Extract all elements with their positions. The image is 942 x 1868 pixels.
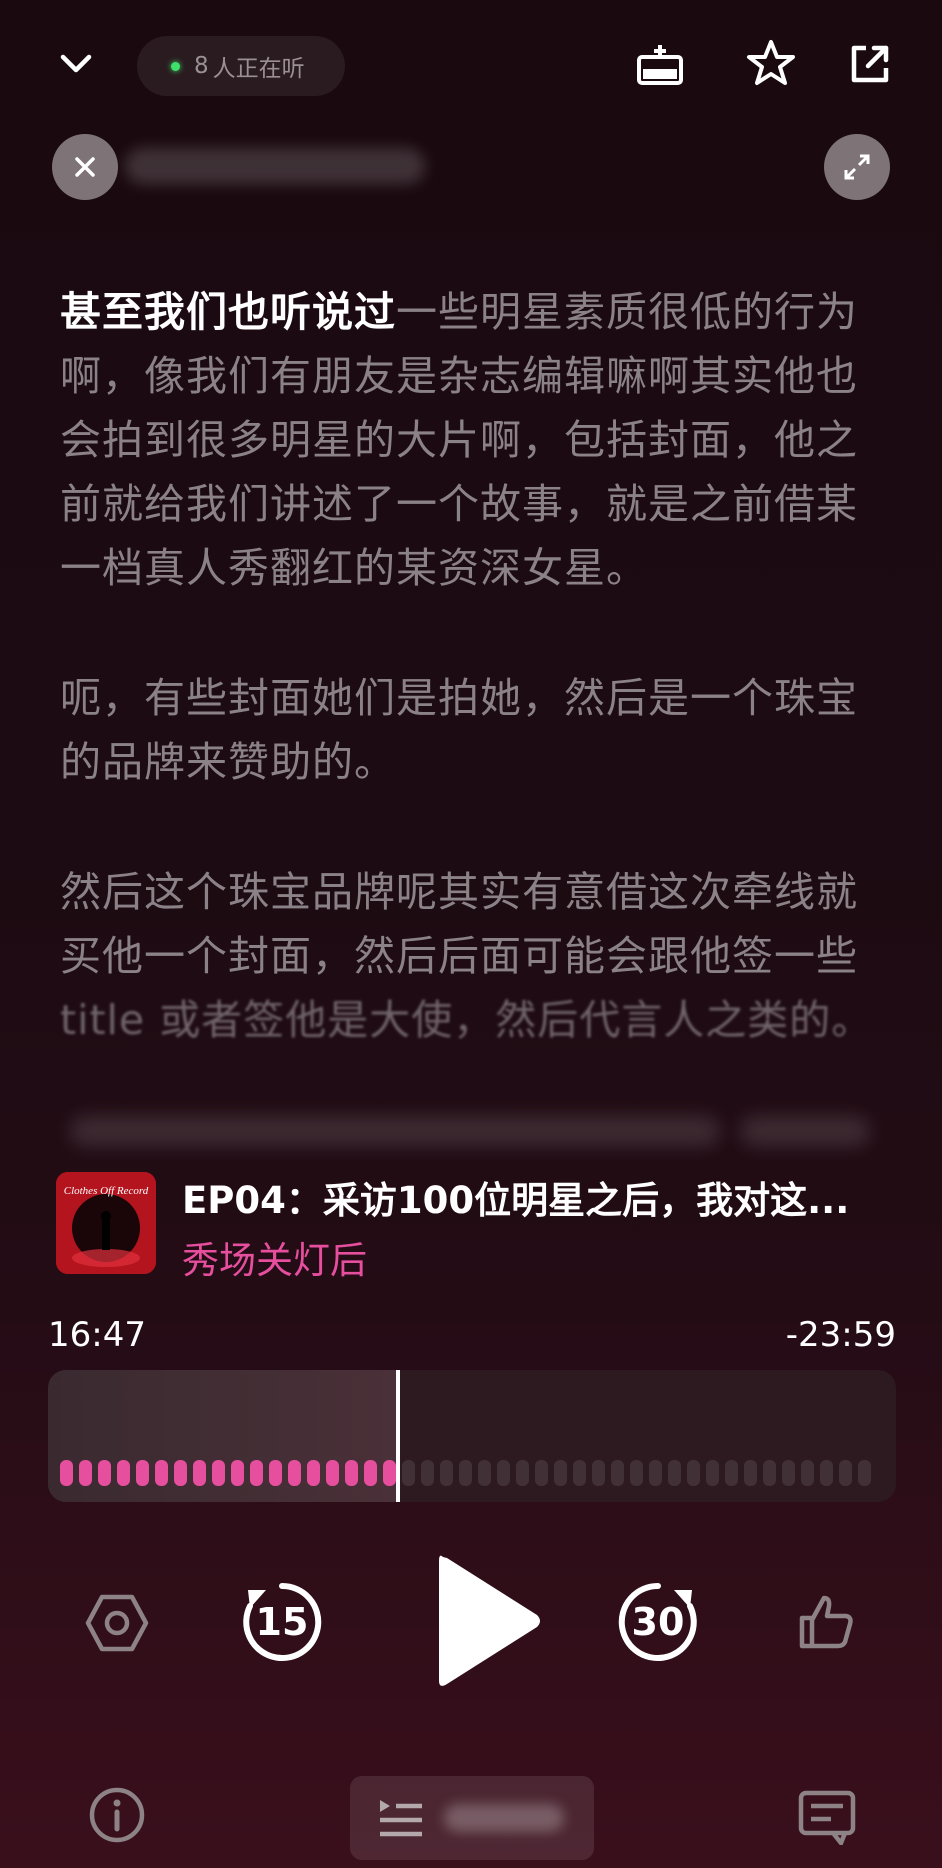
- waveform-bar: [725, 1460, 738, 1486]
- skip-forward-seconds: 30: [631, 1600, 685, 1644]
- waveform-bar: [592, 1460, 605, 1486]
- expand-button[interactable]: [824, 134, 890, 200]
- blurred-transcript-line: [70, 1116, 720, 1146]
- waveform-bar: [649, 1460, 662, 1486]
- waveform-bar: [744, 1460, 757, 1486]
- waveform-bar: [326, 1460, 339, 1486]
- waveform-bar: [383, 1460, 396, 1486]
- skip-back-15-button[interactable]: 15: [238, 1578, 326, 1666]
- waveform-bar: [117, 1460, 130, 1486]
- waveform-bar: [269, 1460, 282, 1486]
- current-line: 甚至我们也听说过: [60, 288, 396, 336]
- waveform-bar: [60, 1460, 73, 1486]
- bottom-bar: [0, 1760, 942, 1868]
- waveform-bar: [801, 1460, 814, 1486]
- expand-icon: [844, 154, 870, 180]
- transcript-text-faded: title 或者签他是大使，然后代言人之类的。: [60, 996, 874, 1044]
- waveform-bar: [231, 1460, 244, 1486]
- waveform-scrubber[interactable]: [48, 1370, 896, 1502]
- waveform-bar: [250, 1460, 263, 1486]
- remaining-time: -23:59: [785, 1315, 896, 1355]
- skip-back-seconds: 15: [255, 1600, 309, 1644]
- waveform-bar: [174, 1460, 187, 1486]
- waveform-bar: [820, 1460, 833, 1486]
- waveform-bar: [212, 1460, 225, 1486]
- cover-text: Clothes Off Record: [64, 1185, 149, 1197]
- waveform-bar: [288, 1460, 301, 1486]
- waveform-bar: [554, 1460, 567, 1486]
- waveform-bar: [839, 1460, 852, 1486]
- play-icon: [439, 1555, 540, 1686]
- waveform-bar: [79, 1460, 92, 1486]
- transcript-paragraph: 呃，有些封面她们是拍她，然后是一个珠宝的品牌来赞助的。: [60, 666, 890, 794]
- info-icon[interactable]: [86, 1784, 148, 1846]
- live-dot-icon: [171, 61, 180, 71]
- top-bar: 8 人正在听: [0, 0, 942, 130]
- waveform-bar: [668, 1460, 681, 1486]
- waveform-bar: [782, 1460, 795, 1486]
- waveform-bar: [364, 1460, 377, 1486]
- share-icon[interactable]: [842, 36, 898, 92]
- listeners-count: 8: [194, 53, 209, 79]
- transcript-text: 然后这个珠宝品牌呢其实有意借这次牵线就买他一个封面，然后后面可能会跟他签一些: [60, 868, 858, 980]
- waveform-bar: [421, 1460, 434, 1486]
- episode-title[interactable]: EP04：采访100位明星之后，我对这...: [182, 1170, 892, 1224]
- blurred-transcript-line: [740, 1116, 870, 1146]
- waveform-bar: [136, 1460, 149, 1486]
- skip-forward-30-button[interactable]: 30: [614, 1578, 702, 1666]
- waveform-bar: [307, 1460, 320, 1486]
- chevron-down-icon[interactable]: [50, 38, 102, 90]
- waveform-bar: [193, 1460, 206, 1486]
- transcript: 甚至我们也听说过一些明星素质很低的行为啊，像我们有朋友是杂志编辑嘛啊其实他也会拍…: [60, 280, 890, 1118]
- waveform-bar: [573, 1460, 586, 1486]
- waveform-bar: [155, 1460, 168, 1486]
- close-button[interactable]: [52, 134, 118, 200]
- queue-icon: [380, 1800, 422, 1837]
- transcript-paragraph: 然后这个珠宝品牌呢其实有意借这次牵线就买他一个封面，然后后面可能会跟他签一些 ti…: [60, 860, 890, 1052]
- transcript-paragraph: 甚至我们也听说过一些明星素质很低的行为啊，像我们有朋友是杂志编辑嘛啊其实他也会拍…: [60, 280, 890, 600]
- waveform-bar: [98, 1460, 111, 1486]
- blurred-section-title: [125, 148, 425, 184]
- waveform-bar: [478, 1460, 491, 1486]
- playback-controls: 15 30: [0, 1540, 942, 1700]
- waveform-bar: [516, 1460, 529, 1486]
- waveform-bar: [497, 1460, 510, 1486]
- thumbs-up-icon[interactable]: [792, 1588, 860, 1656]
- waveform-bar: [535, 1460, 548, 1486]
- waveform-bar: [402, 1460, 415, 1486]
- listeners-label: 人正在听: [212, 56, 305, 82]
- waveform-bar: [459, 1460, 472, 1486]
- close-icon: [75, 157, 95, 177]
- playlist-add-icon[interactable]: [630, 38, 690, 92]
- elapsed-time: 16:47: [48, 1315, 146, 1355]
- settings-hexagon-icon[interactable]: [82, 1590, 152, 1656]
- waveform-bars: [60, 1460, 871, 1486]
- playhead[interactable]: [396, 1370, 400, 1502]
- waveform-bar: [687, 1460, 700, 1486]
- waveform-bar: [345, 1460, 358, 1486]
- queue-button[interactable]: [350, 1776, 594, 1860]
- play-button[interactable]: [420, 1546, 550, 1696]
- transcript-text: 呃，有些封面她们是拍她，然后是一个珠宝的品牌来赞助的。: [60, 674, 858, 786]
- show-name[interactable]: 秀场关灯后: [182, 1230, 367, 1284]
- transcript-icon[interactable]: [794, 1784, 860, 1850]
- waveform-bar: [763, 1460, 776, 1486]
- star-icon[interactable]: [742, 34, 800, 92]
- blurred-queue-label: [444, 1804, 564, 1832]
- waveform-bar: [858, 1460, 871, 1486]
- listening-count-pill: 8 人正在听: [137, 36, 345, 96]
- waveform-bar: [440, 1460, 453, 1486]
- episode-cover[interactable]: Clothes Off Record: [56, 1172, 156, 1274]
- waveform-bar: [706, 1460, 719, 1486]
- waveform-bar: [630, 1460, 643, 1486]
- waveform-bar: [611, 1460, 624, 1486]
